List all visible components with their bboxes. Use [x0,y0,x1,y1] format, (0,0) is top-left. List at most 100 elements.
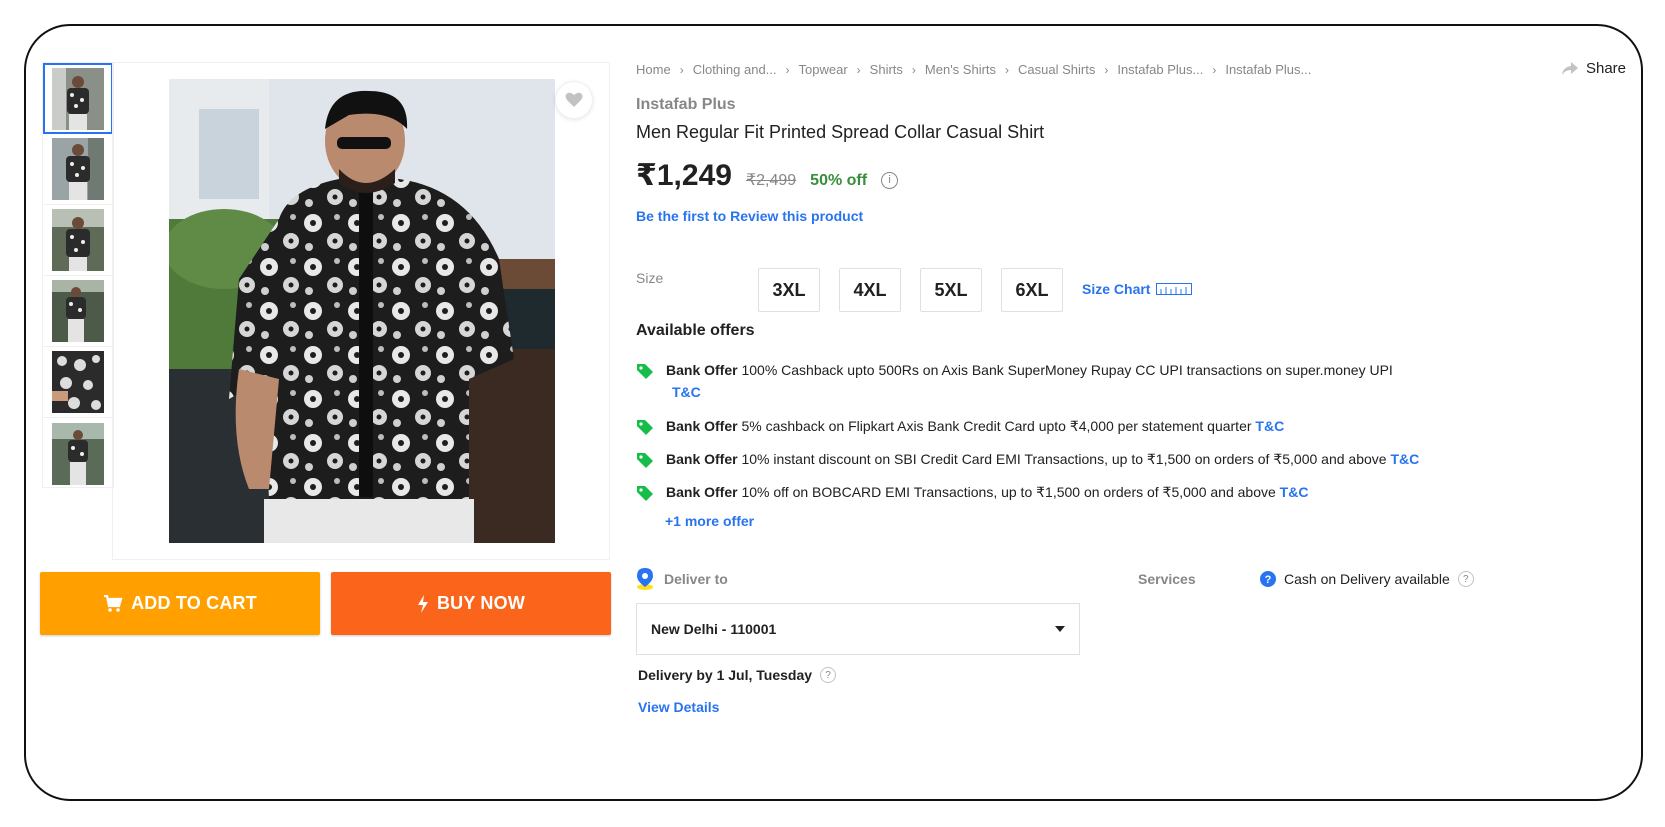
thumbnail-5[interactable] [43,347,113,418]
cod-info-icon: ? [1260,571,1276,587]
chevron-right-icon: › [1005,62,1010,77]
delivery-help-icon[interactable]: ? [820,667,837,683]
tag-icon [636,359,666,403]
chevron-right-icon: › [856,62,861,77]
size-chart-link[interactable]: Size Chart [1082,281,1193,297]
offer-text: Bank Offer 100% Cashback upto 500Rs on A… [666,359,1393,403]
thumbnail-3[interactable] [43,205,113,276]
thumbnail-image [52,67,104,130]
size-option-3xl[interactable]: 3XL [758,268,820,312]
offer-tc-link[interactable]: T&C [1255,418,1284,434]
lightning-icon [417,594,428,613]
chevron-right-icon: › [679,62,684,77]
thumbnail-2[interactable] [43,134,113,205]
breadcrumb-shirts[interactable]: Shirts [870,62,903,77]
breadcrumb-mens-shirts[interactable]: Men's Shirts [925,62,996,77]
chevron-right-icon: › [1212,62,1217,77]
view-details-link[interactable]: View Details [638,699,719,715]
offer-item: Bank Offer 10% off on BOBCARD EMI Transa… [636,481,1516,508]
offer-type: Bank Offer [666,418,738,434]
buy-now-label: BUY NOW [436,593,526,613]
thumbnail-image [52,138,104,200]
share-button[interactable]: Share [1561,60,1626,77]
product-image-container[interactable] [112,62,610,560]
ruler-icon [1156,283,1193,295]
offer-type: Bank Offer [666,362,738,378]
product-title: Men Regular Fit Printed Spread Collar Ca… [636,122,1045,142]
share-label: Share [1585,60,1626,77]
thumbnail-4[interactable] [43,276,113,347]
breadcrumb-topwear[interactable]: Topwear [799,62,848,77]
wishlist-button[interactable] [555,81,593,119]
offer-item: Bank Offer 100% Cashback upto 500Rs on A… [636,359,1516,403]
size-chart-label: Size Chart [1082,281,1151,297]
breadcrumb-product: Instafab Plus... [1225,62,1312,77]
offer-type: Bank Offer [666,451,738,467]
offer-tc-link[interactable]: T&C [1390,451,1419,467]
offer-description: 10% off on BOBCARD EMI Transactions, up … [737,484,1276,500]
delivery-location-select[interactable]: New Delhi - 110001 [636,603,1080,655]
chevron-right-icon: › [911,62,916,77]
price-info-icon[interactable]: i [881,171,899,189]
offer-item: Bank Offer 10% instant discount on SBI C… [636,448,1516,475]
cod-service: ? Cash on Delivery available ? [1260,571,1474,587]
breadcrumb-casual-shirts[interactable]: Casual Shirts [1018,62,1095,77]
delivery-date: Delivery by 1 Jul, Tuesday [638,667,813,683]
size-option-4xl[interactable]: 4XL [839,268,901,312]
offer-text: Bank Offer 5% cashback on Flipkart Axis … [666,415,1284,442]
chevron-right-icon: › [785,62,790,77]
size-options: 3XL 4XL 5XL 6XL [758,268,1063,312]
location-pin-icon [637,568,653,590]
services-label: Services [1138,571,1196,587]
breadcrumb-brand[interactable]: Instafab Plus... [1117,62,1203,77]
delivery-location-value: New Delhi - 110001 [651,621,777,637]
product-page: ADD TO CART BUY NOW Home › Clothing and..… [24,24,1643,801]
cod-text: Cash on Delivery available [1284,571,1450,587]
add-to-cart-label: ADD TO CART [131,593,257,613]
thumbnail-strip [42,62,114,488]
size-option-5xl[interactable]: 5XL [920,268,982,312]
deliver-to-text: Deliver to [664,571,728,587]
offer-text: Bank Offer 10% instant discount on SBI C… [666,448,1419,475]
more-offers-link[interactable]: +1 more offer [665,513,754,529]
deliver-to-label: Deliver to [636,568,728,590]
size-label: Size [636,270,664,286]
selling-price: ₹1,249 [636,159,732,192]
price-row: ₹1,249 ₹2,499 50% off i [636,158,899,193]
thumbnail-image [52,422,104,485]
product-image [169,79,555,543]
offer-type: Bank Offer [666,484,738,500]
breadcrumb: Home › Clothing and... › Topwear › Shirts › … [636,62,1311,77]
thumbnail-6[interactable] [43,418,113,489]
caret-down-icon [1055,626,1065,632]
offer-text: Bank Offer 10% off on BOBCARD EMI Transa… [666,481,1308,508]
breadcrumb-home[interactable]: Home [636,62,671,77]
svg-text:?: ? [1265,574,1272,586]
offer-description: 10% instant discount on SBI Credit Card … [737,451,1387,467]
cod-help-icon[interactable]: ? [1457,571,1474,587]
product-details: Home › Clothing and... › Topwear › Shirts › … [636,26,1636,799]
buy-now-button[interactable]: BUY NOW [331,572,611,635]
offer-description: 5% cashback on Flipkart Axis Bank Credit… [737,418,1252,434]
thumbnail-image [52,209,104,271]
tag-icon [636,481,666,508]
delivery-estimate: Delivery by 1 Jul, Tuesday ? [638,667,837,683]
add-to-cart-button[interactable]: ADD TO CART [40,572,320,635]
thumbnail-image [52,280,104,342]
breadcrumb-clothing[interactable]: Clothing and... [693,62,777,77]
heart-icon [565,92,583,107]
offer-item: Bank Offer 5% cashback on Flipkart Axis … [636,415,1516,442]
share-arrow-icon [1561,61,1578,75]
review-link[interactable]: Be the first to Review this product [636,208,863,224]
tag-icon [636,448,666,475]
thumbnail-image [52,351,104,413]
discount-percent: 50% off [810,172,868,189]
offer-description: 100% Cashback upto 500Rs on Axis Bank Su… [737,362,1393,378]
offer-tc-link[interactable]: T&C [1280,484,1309,500]
cart-icon [104,594,123,612]
offer-tc-link[interactable]: T&C [672,384,701,400]
chevron-right-icon: › [1104,62,1109,77]
thumbnail-1[interactable] [43,63,113,134]
original-price: ₹2,499 [745,172,797,189]
size-option-6xl[interactable]: 6XL [1001,268,1063,312]
